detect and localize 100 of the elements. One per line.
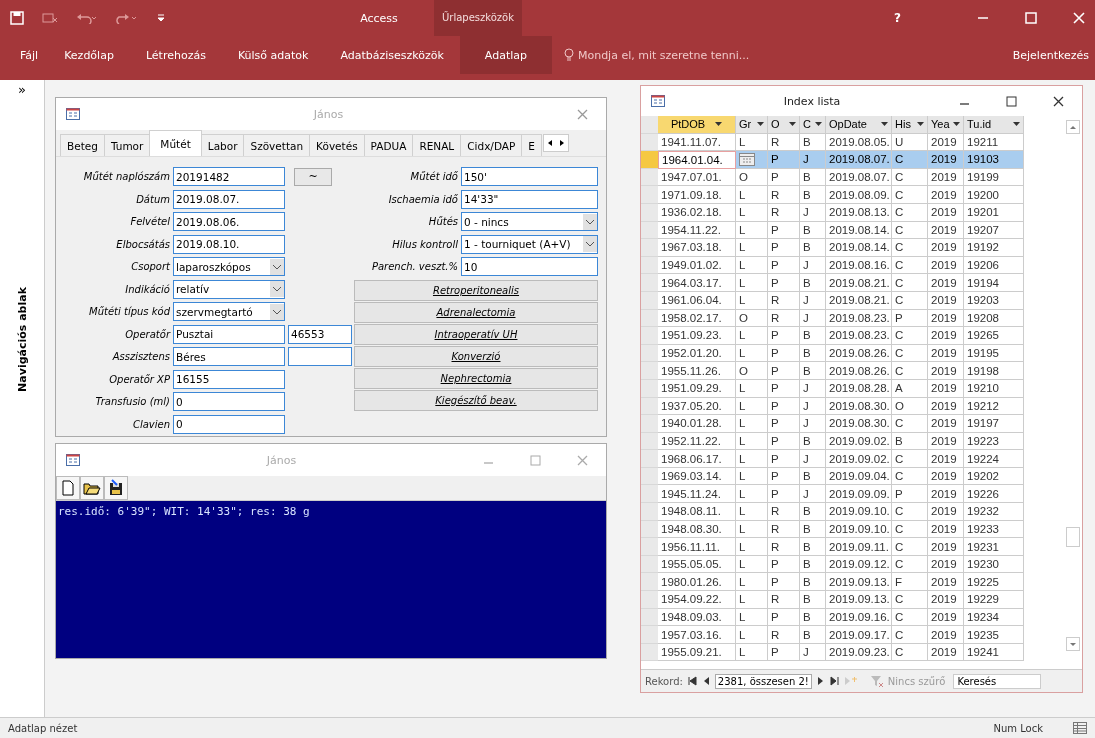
form-button[interactable]: Adrenalectomia <box>354 301 598 323</box>
table-cell: B <box>800 186 826 204</box>
form-button[interactable]: Kiegészítő beav. <box>354 389 598 411</box>
text-field[interactable]: 0 <box>173 414 285 434</box>
sort-caret-icon[interactable] <box>1013 121 1020 127</box>
table-cell: P <box>768 450 800 468</box>
dropdown-icon[interactable] <box>270 303 284 320</box>
column-header[interactable]: O <box>768 116 800 134</box>
column-header[interactable]: PtDOB <box>658 116 736 134</box>
text-field[interactable]: 20191482 <box>173 167 285 186</box>
text-field[interactable]: 10 <box>461 257 598 276</box>
column-header[interactable]: His <box>892 116 928 134</box>
tilde-button[interactable]: ~ <box>294 167 332 186</box>
sort-caret-icon[interactable] <box>757 121 764 127</box>
text-field[interactable] <box>288 347 352 366</box>
form-button[interactable]: Intraoperatív UH <box>354 323 598 345</box>
grid-icon[interactable] <box>42 12 58 24</box>
text-field[interactable]: 2019.08.10. <box>173 234 285 254</box>
sort-caret-icon[interactable] <box>789 121 796 127</box>
open-folder-icon[interactable] <box>80 476 104 500</box>
table-cell: 19212 <box>964 397 1024 416</box>
combo-box[interactable]: relatív <box>173 279 285 299</box>
column-header[interactable]: Tu.id <box>964 116 1024 134</box>
record-field[interactable]: 2381, összesen 2! <box>714 673 812 689</box>
filter-icon[interactable] <box>869 675 884 687</box>
sign-in-link[interactable]: Bejelentkezés <box>1012 48 1095 62</box>
table-cell: L <box>736 397 768 416</box>
field-label: Operatőr <box>124 328 170 340</box>
column-header[interactable]: Yea <box>928 116 964 134</box>
first-record-icon[interactable] <box>686 676 697 686</box>
ribbon-tab[interactable]: Adatlap <box>459 36 552 74</box>
dropdown-icon[interactable] <box>583 236 597 252</box>
text-field[interactable]: 16155 <box>173 369 285 389</box>
dropdown-icon[interactable] <box>270 281 284 297</box>
table-cell: L <box>736 186 768 204</box>
scroll-down-icon[interactable] <box>1066 637 1080 651</box>
text-field[interactable]: 0 <box>173 392 285 411</box>
sort-caret-icon[interactable] <box>881 121 888 127</box>
table-cell: L <box>736 485 768 504</box>
dropdown-icon[interactable] <box>270 258 284 275</box>
text-field[interactable]: 2019.08.07. <box>173 189 285 209</box>
table-cell: J <box>800 450 826 468</box>
column-header[interactable]: Gr <box>736 116 768 134</box>
ribbon-tab[interactable]: Fájl <box>0 36 49 74</box>
column-header[interactable]: C <box>800 116 826 134</box>
table-cell: 2019 <box>928 520 964 539</box>
output-text: res.idő: 6'39"; WIT: 14'33"; res: 38 g <box>58 505 310 518</box>
column-header[interactable]: OpDate <box>826 116 892 134</box>
form-tab[interactable]: Műtét <box>149 130 202 156</box>
nav-pane-toggle[interactable]: » <box>18 82 26 97</box>
calendar-icon[interactable] <box>739 153 755 166</box>
last-record-icon[interactable] <box>829 676 840 686</box>
combo-box[interactable]: 0 - nincs <box>461 212 598 231</box>
ribbon-tab[interactable]: Külső adatok <box>221 36 325 74</box>
combo-box[interactable]: 1 - tourniquet (A+V) <box>461 234 598 254</box>
sort-caret-icon[interactable] <box>715 121 723 127</box>
table-cell: 2019.09.16. <box>826 608 892 627</box>
text-field[interactable]: 150' <box>461 167 598 186</box>
new-file-icon[interactable] <box>56 476 80 500</box>
combo-box[interactable]: szervmegtartó <box>173 302 285 321</box>
search-field[interactable]: Keresés <box>953 673 1042 689</box>
table-cell: 2019.08.14. <box>826 239 892 257</box>
undo-icon[interactable] <box>76 12 98 24</box>
ribbon-tab[interactable]: Kezdőlap <box>48 36 130 74</box>
sort-caret-icon[interactable] <box>953 121 960 127</box>
close-icon[interactable] <box>1053 95 1064 107</box>
maximize-icon[interactable] <box>1006 95 1017 107</box>
ribbon-tab[interactable]: Létrehozás <box>129 36 222 74</box>
ribbon-tab[interactable]: Adatbáziseszközök <box>324 36 460 74</box>
redo-icon[interactable] <box>116 12 138 24</box>
form-button[interactable]: Nephrectomia <box>354 367 598 389</box>
text-field[interactable]: 2019.08.06. <box>173 212 285 231</box>
form-tab[interactable]: E <box>521 134 542 156</box>
help-button[interactable]: ? <box>894 11 901 25</box>
field-label: Műtét idő <box>409 171 458 182</box>
table-cell: 1945.11.24. <box>658 485 736 504</box>
scroll-up-icon[interactable] <box>1066 120 1080 134</box>
table-cell: 19103 <box>964 151 1024 169</box>
table-cell: P <box>768 344 800 363</box>
datasheet-view-icon[interactable] <box>1073 722 1087 734</box>
form-button[interactable]: Retroperitonealis <box>354 279 598 301</box>
form-button[interactable]: Konverzió <box>354 345 598 367</box>
nav-pane-label[interactable]: Navigációs ablak <box>15 287 29 392</box>
field-label: Műtéti típus kód <box>88 306 170 317</box>
dropdown-icon[interactable] <box>583 213 597 230</box>
save-icon[interactable] <box>104 476 128 500</box>
text-field[interactable]: 14'33" <box>461 189 598 209</box>
sort-caret-icon[interactable] <box>815 121 822 127</box>
scroll-thumb[interactable] <box>1066 527 1080 547</box>
sort-caret-icon[interactable] <box>917 121 924 127</box>
text-field[interactable]: Béres <box>173 347 285 366</box>
form-tab[interactable]: Beteg <box>60 134 105 156</box>
combo-box[interactable]: laparoszkópos <box>173 257 285 276</box>
tell-me-field[interactable]: Mondja el, mit szeretne tenni... <box>577 48 750 62</box>
text-field[interactable]: Pusztai <box>173 324 285 344</box>
customize-icon[interactable] <box>156 13 166 23</box>
table-cell: 2019.09.23. <box>826 643 892 662</box>
table-cell: 2019 <box>928 555 964 574</box>
text-field[interactable]: 46553 <box>288 324 352 344</box>
table-cell: C <box>892 608 928 627</box>
